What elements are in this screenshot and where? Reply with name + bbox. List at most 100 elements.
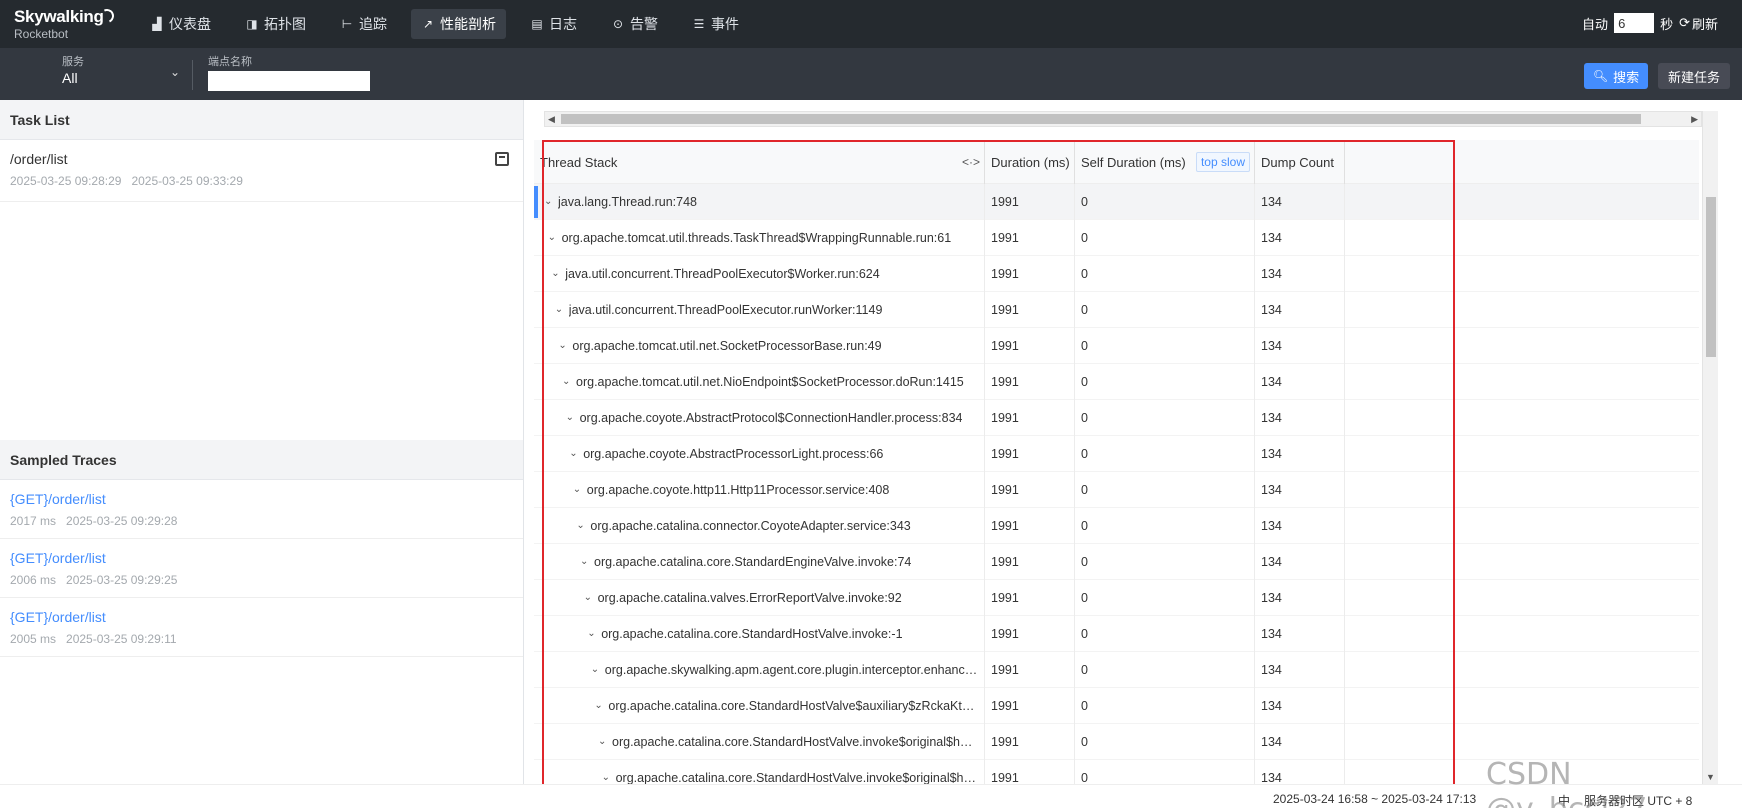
table-row[interactable]: ⌄ org.apache.catalina.valves.ErrorReportV… <box>534 579 1699 616</box>
chevron-down-icon[interactable]: ⌄ <box>558 340 572 351</box>
chevron-down-icon[interactable]: ⌄ <box>576 520 590 531</box>
table-row[interactable]: ⌄ java.util.concurrent.ThreadPoolExecutor… <box>534 255 1699 292</box>
method-name: org.apache.tomcat.util.net.NioEndpoint$S… <box>576 374 964 389</box>
table-row[interactable]: ⌄ org.apache.coyote.http11.Http11Processo… <box>534 471 1699 508</box>
table-row[interactable]: ⌄ org.apache.catalina.connector.CoyoteAda… <box>534 507 1699 544</box>
auto-interval-input[interactable] <box>1614 13 1655 33</box>
self-duration-cell: 0 <box>1075 363 1255 400</box>
nav-menu: ▟ 仪表盘 ◨ 拓扑图 ⊢ 追踪 ↗ 性能剖析 ▤ 日志 ⊙ 告警 ☰ 事件 <box>140 9 763 39</box>
chevron-down-icon[interactable]: ⌄ <box>569 448 583 459</box>
chevron-down-icon[interactable]: ⌄ <box>598 736 612 747</box>
thread-stack-table: Thread Stack <·> Duration (ms) Self Dura… <box>534 140 1699 796</box>
sampled-traces-section: Sampled Traces {GET}/order/list 2017 ms 20… <box>0 440 523 657</box>
self-duration-cell: 0 <box>1075 579 1255 616</box>
chevron-down-icon[interactable]: ⌄ <box>591 664 605 675</box>
table-row[interactable]: ⌄ org.apache.tomcat.util.threads.TaskThre… <box>534 219 1699 256</box>
dump-count-cell: 134 <box>1255 363 1345 400</box>
chevron-down-icon[interactable]: ⌄ <box>562 376 576 387</box>
chevron-down-icon[interactable]: ⌄ <box>580 556 594 567</box>
top-slow-button[interactable]: top slow <box>1195 152 1250 172</box>
self-duration-cell: 0 <box>1075 399 1255 436</box>
trace-item[interactable]: {GET}/order/list 2005 ms 2025-03-25 09:29:… <box>0 598 523 657</box>
time-range[interactable]: 2025-03-24 16:58 ~ 2025-03-24 17:13 <box>1273 792 1476 806</box>
chevron-down-icon[interactable]: ⌄ <box>544 196 558 207</box>
self-duration-cell: 0 <box>1075 219 1255 256</box>
auto-refresh-controls: 自动 秒 ⟳ 刷新 <box>1582 13 1718 33</box>
vertical-scrollbar[interactable]: ▼ <box>1702 111 1718 784</box>
table-row[interactable]: ⌄ org.apache.catalina.core.StandardHostVa… <box>534 615 1699 652</box>
vertical-scroll-thumb[interactable] <box>1706 197 1716 357</box>
horizontal-scroll-thumb[interactable] <box>561 114 1641 124</box>
trace-endpoint-link[interactable]: {GET}/order/list <box>10 550 513 566</box>
nav-item-5[interactable]: ⊙ 告警 <box>601 9 668 39</box>
duration-cell: 1991 <box>985 219 1075 256</box>
chevron-down-icon[interactable]: ⌄ <box>587 628 601 639</box>
event-icon: ☰ <box>693 17 705 31</box>
chevron-down-icon[interactable]: ⌄ <box>594 700 608 711</box>
logo[interactable]: Skywalking Rocketbot <box>14 7 116 43</box>
table-row[interactable]: ⌄ org.apache.tomcat.util.net.SocketProces… <box>534 327 1699 364</box>
trace-item[interactable]: {GET}/order/list 2017 ms 2025-03-25 09:29:… <box>0 480 523 539</box>
refresh-button[interactable]: ⟳ 刷新 <box>1679 14 1718 33</box>
method-name: java.util.concurrent.ThreadPoolExecutor.… <box>568 302 883 317</box>
table-row[interactable]: ⌄ org.apache.coyote.AbstractProtocol$Conn… <box>534 399 1699 436</box>
table-row[interactable]: ⌄ org.apache.coyote.AbstractProcessorLigh… <box>534 435 1699 472</box>
table-row[interactable]: ⌄ org.apache.tomcat.util.net.NioEndpoint$… <box>534 363 1699 400</box>
trace-meta: 2017 ms 2025-03-25 09:29:28 <box>10 514 513 528</box>
dump-count-cell: 134 <box>1255 399 1345 436</box>
dump-count-cell: 134 <box>1255 651 1345 688</box>
table-row[interactable]: ⌄ java.util.concurrent.ThreadPoolExecutor… <box>534 291 1699 328</box>
chevron-down-icon[interactable]: ⌄ <box>548 232 562 243</box>
chevron-down-icon[interactable]: ⌄ <box>573 484 587 495</box>
service-select[interactable]: 服务 All ⌄ <box>62 55 180 93</box>
new-task-button[interactable]: 新建任务 <box>1658 63 1730 89</box>
table-row[interactable]: ⌄ org.apache.catalina.core.StandardHostVa… <box>534 687 1699 724</box>
nav-item-1[interactable]: ◨ 拓扑图 <box>235 9 316 39</box>
nav-item-label: 仪表盘 <box>169 16 211 32</box>
nav-item-4[interactable]: ▤ 日志 <box>520 9 587 39</box>
nav-item-2[interactable]: ⊢ 追踪 <box>330 9 397 39</box>
chevron-down-icon[interactable]: ⌄ <box>555 304 569 315</box>
table-row[interactable]: ⌄ org.apache.catalina.core.StandardHostVa… <box>534 723 1699 760</box>
chevron-down-icon[interactable]: ⌄ <box>584 592 598 603</box>
trace-endpoint-link[interactable]: {GET}/order/list <box>10 609 513 625</box>
expand-toggle-icon[interactable]: <·> <box>962 155 980 169</box>
duration-cell: 1991 <box>985 435 1075 472</box>
alarm-icon: ⊙ <box>612 17 624 31</box>
trace-duration: 2005 ms <box>10 632 57 646</box>
scroll-left-icon[interactable]: ◀ <box>548 112 555 126</box>
dump-count-cell: 134 <box>1255 291 1345 328</box>
header-duration: Duration (ms) <box>985 140 1075 184</box>
scroll-right-icon[interactable]: ▶ <box>1691 112 1698 126</box>
trace-item[interactable]: {GET}/order/list 2006 ms 2025-03-25 09:29:… <box>0 539 523 598</box>
chevron-down-icon[interactable]: ⌄ <box>602 772 616 783</box>
trace-endpoint-link[interactable]: {GET}/order/list <box>10 491 513 507</box>
table-row[interactable]: ⌄ java.lang.Thread.run:748 1991 0 134 <box>534 183 1699 220</box>
nav-item-label: 拓扑图 <box>264 16 306 32</box>
divider <box>192 60 193 90</box>
nav-item-0[interactable]: ▟ 仪表盘 <box>140 9 221 39</box>
table-row[interactable]: ⌄ org.apache.skywalking.apm.agent.core.pl… <box>534 651 1699 688</box>
search-button[interactable]: 🔍︎ 搜索 <box>1584 63 1648 89</box>
chevron-down-icon[interactable]: ⌄ <box>566 412 580 423</box>
nav-item-6[interactable]: ☰ 事件 <box>682 9 749 39</box>
thread-stack-cell: ⌄ org.apache.tomcat.util.threads.TaskThre… <box>534 219 985 256</box>
method-name: org.apache.coyote.AbstractProtocol$Conne… <box>579 410 963 425</box>
method-name: org.apache.skywalking.apm.agent.core.plu… <box>604 662 978 677</box>
endpoint-input[interactable] <box>208 71 370 91</box>
chevron-down-icon[interactable]: ⌄ <box>551 268 565 279</box>
task-end-time: 2025-03-25 09:33:29 <box>131 174 243 188</box>
duration-cell: 1991 <box>985 183 1075 220</box>
table-row[interactable]: ⌄ org.apache.catalina.core.StandardEngine… <box>534 543 1699 580</box>
nav-item-3[interactable]: ↗ 性能剖析 <box>411 9 506 39</box>
dump-count-cell: 134 <box>1255 543 1345 580</box>
horizontal-scrollbar[interactable]: ◀ ▶ <box>544 111 1702 127</box>
log-icon: ▤ <box>531 17 543 31</box>
task-endpoint: /order/list <box>10 151 68 167</box>
self-duration-cell: 0 <box>1075 507 1255 544</box>
method-name: java.util.concurrent.ThreadPoolExecutor$… <box>565 266 880 281</box>
duration-cell: 1991 <box>985 723 1075 760</box>
task-item[interactable]: /order/list 2025-03-25 09:28:29 2025-03-25… <box>0 140 523 202</box>
task-detail-icon[interactable] <box>495 152 509 166</box>
watermark: CSDN @y_bccl27 <box>1486 757 1647 808</box>
